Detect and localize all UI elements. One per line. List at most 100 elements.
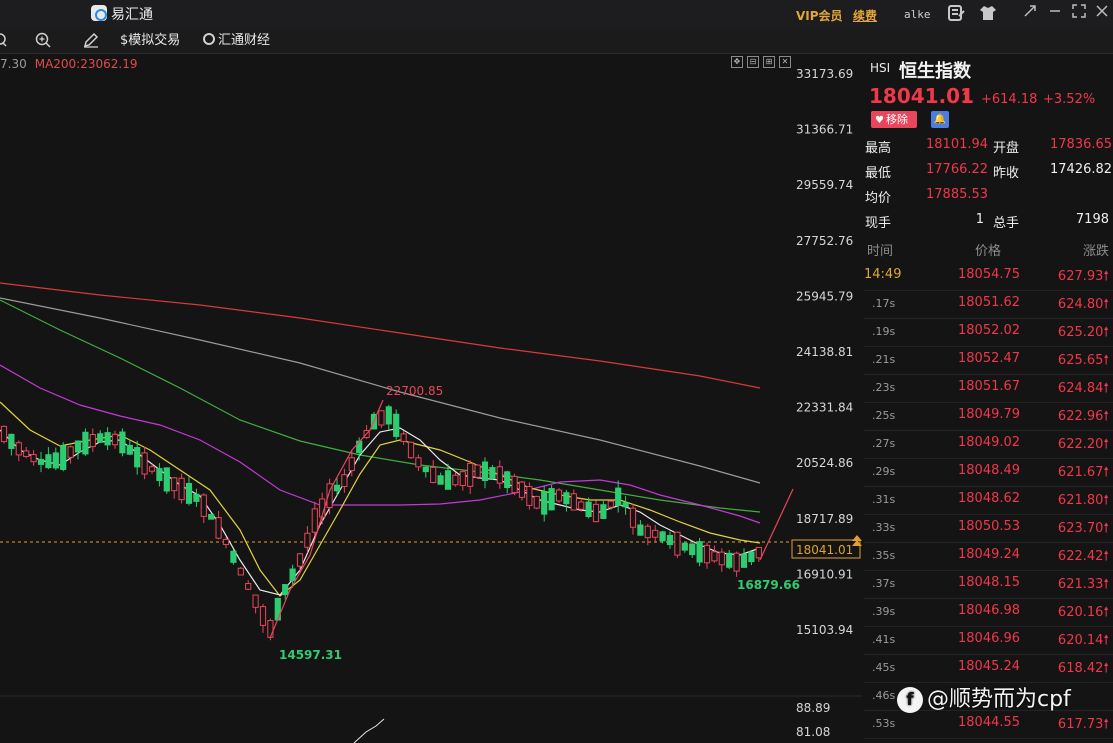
tick-change: 625.65🠕 — [1058, 351, 1109, 373]
prev-close-label: 昨收 — [993, 166, 1020, 181]
tick-row[interactable]: .53s 18044.55 617.73🠕 — [864, 711, 1113, 739]
ma-indicator-label: 7.30 MA200:23062.19 — [0, 57, 138, 71]
shrink-icon[interactable] — [1020, 4, 1040, 24]
tick-change: 622.20🠕 — [1058, 435, 1109, 457]
tick-price: 18051.62 — [958, 295, 1021, 310]
candle-down — [393, 413, 400, 437]
username[interactable]: alke — [904, 8, 931, 21]
ma-prefix-value: 7.30 — [0, 57, 27, 71]
candle-up — [296, 553, 304, 567]
tick-price: 18052.02 — [958, 323, 1021, 338]
up-arrow-icon: 🠕 — [1103, 409, 1109, 424]
tick-row[interactable]: .33s 18050.53 623.70🠕 — [864, 515, 1113, 543]
title-bar: 易汇通 VIP会员 续费 alke — [0, 0, 1113, 28]
candle-up — [252, 594, 259, 608]
tick-time: .29s — [872, 465, 896, 478]
tick-row[interactable]: .17s 18051.62 624.80🠕 — [864, 291, 1113, 319]
minimize-icon[interactable] — [1045, 4, 1065, 24]
close-icon[interactable] — [1092, 4, 1112, 24]
move-icon[interactable]: ✥ — [731, 56, 743, 68]
tick-row[interactable]: .39s 18046.98 620.16🠕 — [864, 599, 1113, 627]
tick-time: .21s — [872, 353, 896, 366]
candle-down — [82, 431, 89, 455]
up-arrow-icon: 🠕 — [1103, 437, 1109, 452]
tick-change-value: 621.33 — [1057, 577, 1104, 592]
up-arrow-icon: 🠕 — [1103, 465, 1109, 480]
candle-down — [504, 471, 511, 489]
candle-up — [178, 477, 185, 501]
tick-change-value: 622.96 — [1057, 409, 1104, 424]
tick-time: .37s — [872, 577, 896, 590]
search-partial-icon[interactable] — [0, 32, 8, 50]
simulated-trading-button[interactable]: $模拟交易 — [120, 32, 180, 50]
candle-up — [592, 503, 600, 523]
up-arrow-icon: 🠕 — [962, 87, 969, 106]
up-arrow-icon: 🠕 — [1103, 269, 1109, 284]
tick-row[interactable]: .41s 18046.96 620.14🠕 — [864, 627, 1113, 655]
tick-header-time: 时间 — [867, 244, 894, 259]
remove-watchlist-button[interactable]: ♥ 移除 — [871, 111, 917, 128]
candle-down — [126, 444, 133, 455]
candle-down — [208, 513, 215, 520]
up-arrow-icon: 🠕 — [1103, 325, 1109, 340]
tick-row[interactable]: .31s 18048.62 621.80🠕 — [864, 487, 1113, 515]
candle-down — [104, 432, 111, 446]
tick-change-value: 623.70 — [1057, 521, 1104, 536]
renew-link[interactable]: 续费 — [853, 7, 877, 24]
tick-row[interactable]: .35s 18049.24 622.42🠕 — [864, 543, 1113, 571]
low-marker-label: 14597.31 — [279, 648, 342, 662]
zoom-out-chart-icon[interactable]: ⊟ — [747, 56, 759, 68]
chart-background — [0, 55, 862, 743]
tick-row[interactable]: 14:49 18054.75 627.93🠕 — [864, 263, 1113, 291]
candle-down — [282, 584, 289, 596]
finance-news-button[interactable]: 汇通财经 — [203, 32, 270, 50]
close-chart-icon[interactable]: ✕ — [779, 56, 791, 68]
candle-up — [23, 450, 30, 457]
candle-down — [193, 493, 200, 502]
zoom-in-chart-icon[interactable]: ⊞ — [763, 56, 775, 68]
skin-shirt-icon[interactable] — [978, 4, 998, 24]
tick-row[interactable]: .29s 18048.49 621.67🠕 — [864, 459, 1113, 487]
candle-down — [185, 482, 193, 504]
remove-label: 移除 — [885, 113, 908, 126]
watermark: f @顺势而为cpf — [897, 681, 1071, 713]
draw-pencil-icon[interactable] — [83, 32, 99, 50]
up-arrow-icon: 🠕 — [1103, 605, 1109, 620]
up-arrow-icon: 🠕 — [1103, 353, 1109, 368]
tick-row[interactable]: .45s 18045.24 618.42🠕 — [864, 655, 1113, 683]
current-volume-value: 1 — [975, 212, 984, 227]
high-value: 18101.94 — [926, 137, 989, 152]
candle-down — [37, 458, 45, 465]
candlestick-chart[interactable]: 33173.69 31366.71 29559.74 27752.76 25945.79… — [0, 55, 862, 743]
tick-change-value: 618.42 — [1057, 661, 1104, 676]
finance-news-label: 汇通财经 — [218, 33, 271, 48]
candle-up — [200, 494, 207, 517]
zoom-in-icon[interactable] — [35, 32, 51, 50]
tick-change: 621.80🠕 — [1058, 491, 1109, 513]
candle-up — [474, 464, 481, 478]
vip-member-link[interactable]: VIP会员 — [796, 7, 843, 24]
tick-row[interactable]: .21s 18052.47 625.65🠕 — [864, 347, 1113, 375]
candle-up — [378, 410, 385, 426]
candle-down — [422, 466, 429, 473]
tick-row[interactable]: .23s 18051.67 624.84🠕 — [864, 375, 1113, 403]
candle-up — [245, 583, 252, 590]
up-arrow-icon: 🠕 — [1103, 717, 1109, 732]
candle-down — [385, 406, 392, 425]
tick-row[interactable]: .27s 18049.02 622.20🠕 — [864, 431, 1113, 459]
tick-row[interactable]: .37s 18048.15 621.33🠕 — [864, 571, 1113, 599]
tick-row[interactable]: .25s 18049.79 622.96🠕 — [864, 403, 1113, 431]
alert-bell-button[interactable]: 🔔 — [931, 111, 949, 128]
candle-down — [740, 553, 748, 568]
tick-row[interactable]: .19s 18052.02 625.20🠕 — [864, 319, 1113, 347]
notepad-icon[interactable] — [946, 4, 966, 24]
candle-up — [171, 477, 178, 492]
candle-up — [555, 489, 563, 502]
candle-up — [141, 452, 148, 475]
tick-change-value: 622.42 — [1057, 549, 1104, 564]
candle-up — [533, 495, 540, 509]
maximize-icon[interactable] — [1069, 4, 1089, 24]
candle-down — [681, 542, 688, 551]
up-arrow-icon: 🠕 — [1103, 577, 1109, 592]
candle-up — [215, 517, 222, 539]
